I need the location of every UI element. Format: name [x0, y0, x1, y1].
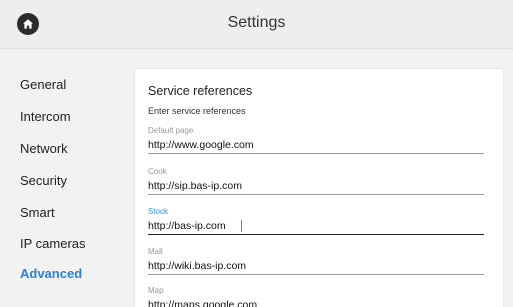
- stock-field: Stock: [148, 206, 484, 235]
- sidebar: General Intercom Network Security Smart …: [0, 49, 130, 307]
- text-cursor: [241, 220, 242, 232]
- map-label: Map: [148, 286, 164, 295]
- mall-field: Mall: [148, 246, 484, 275]
- cook-label: Cook: [148, 167, 167, 176]
- mall-label: Mall: [148, 247, 163, 256]
- map-field: Map: [148, 285, 484, 307]
- default-page-input[interactable]: [148, 137, 484, 154]
- section-title: Service references: [148, 84, 253, 98]
- sidebar-item-intercom[interactable]: Intercom: [20, 109, 71, 124]
- section-subtitle: Enter service references: [148, 106, 246, 116]
- sidebar-item-general[interactable]: General: [20, 77, 66, 92]
- stock-input[interactable]: [148, 218, 484, 235]
- stock-label: Stock: [148, 207, 169, 216]
- sidebar-item-smart[interactable]: Smart: [20, 205, 55, 220]
- sidebar-item-advanced[interactable]: Advanced: [20, 266, 82, 281]
- mall-input[interactable]: [148, 258, 484, 275]
- sidebar-item-network[interactable]: Network: [20, 141, 68, 156]
- sidebar-item-security[interactable]: Security: [20, 173, 67, 188]
- default-page-field: Default page: [148, 125, 484, 154]
- cook-input[interactable]: [148, 178, 484, 195]
- map-input[interactable]: [148, 297, 484, 307]
- top-bar: Settings: [0, 0, 513, 49]
- default-page-label: Default page: [148, 126, 194, 135]
- service-references-panel: Service references Enter service referen…: [135, 69, 503, 307]
- page-title: Settings: [227, 14, 286, 31]
- cook-field: Cook: [148, 166, 484, 195]
- sidebar-item-ip-cameras[interactable]: IP cameras: [20, 236, 86, 251]
